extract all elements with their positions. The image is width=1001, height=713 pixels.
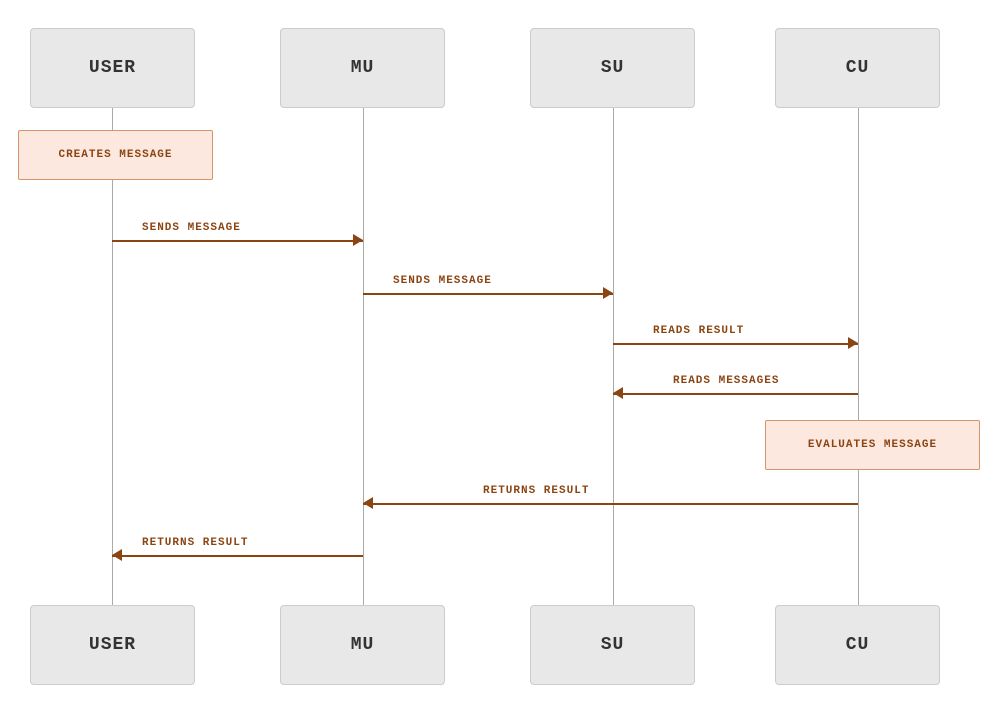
arrow-returns-result-1: RETURNS RESULT [363, 493, 858, 513]
actor-user-top: USER [30, 28, 195, 108]
lifeline-su [613, 108, 614, 605]
actor-mu-top: MU [280, 28, 445, 108]
arrow-reads-messages: READS MESSAGES [613, 383, 858, 403]
note-creates-message: CREATES MESSAGE [18, 130, 213, 180]
lifeline-mu [363, 108, 364, 605]
arrow-sends-message-1: SENDS MESSAGE [112, 230, 363, 250]
arrow-reads-result-1: READS RESULT [613, 333, 858, 353]
lifeline-user [112, 108, 113, 605]
sequence-diagram: USER MU SU CU USER MU SU CU CREATES MESS… [0, 0, 1001, 713]
actor-cu-top: CU [775, 28, 940, 108]
actor-su-bottom: SU [530, 605, 695, 685]
arrow-returns-result-2: RETURNS RESULT [112, 545, 363, 565]
note-evaluates-message: EVALUATES MESSAGE [765, 420, 980, 470]
actor-mu-bottom: MU [280, 605, 445, 685]
actor-su-top: SU [530, 28, 695, 108]
lifeline-cu [858, 108, 859, 605]
actor-user-bottom: USER [30, 605, 195, 685]
arrow-sends-message-2: SENDS MESSAGE [363, 283, 613, 303]
actor-cu-bottom: CU [775, 605, 940, 685]
